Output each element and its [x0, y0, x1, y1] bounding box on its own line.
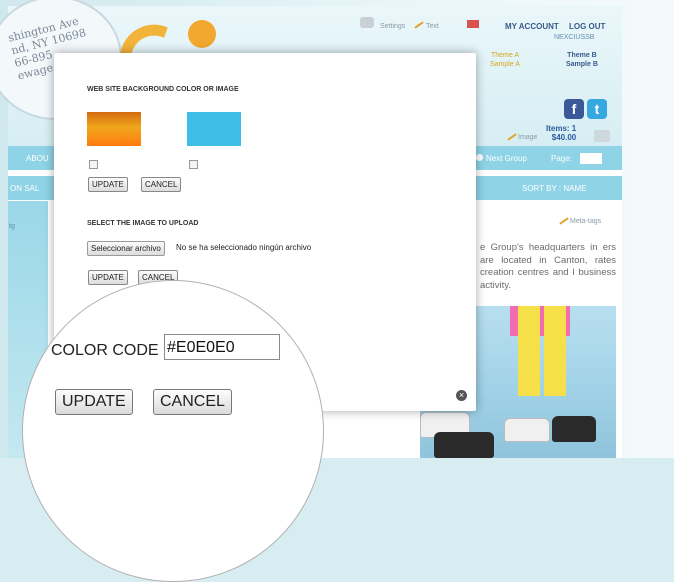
color-code-label: COLOR CODE :	[51, 342, 168, 359]
page-label: Page:	[551, 154, 572, 163]
theme-a-label: Theme A	[490, 52, 519, 59]
color-update-button[interactable]: UPDATE	[55, 389, 133, 415]
cart-summary[interactable]: Items: 1 $40.00	[546, 124, 576, 142]
text-link[interactable]: Text	[426, 23, 439, 30]
background-option-blue[interactable]	[187, 112, 241, 146]
nav-on-sale[interactable]: ON SAL	[10, 184, 39, 193]
pencil-icon	[414, 21, 424, 29]
background-section-title: WEB SITE BACKGROUND COLOR OR IMAGE	[87, 86, 239, 93]
cancel-button[interactable]: CANCEL	[141, 177, 182, 192]
logo-dot-icon	[188, 20, 216, 48]
settings-link[interactable]: Settings	[380, 23, 405, 30]
twitter-icon[interactable]: t	[587, 99, 607, 119]
facebook-icon[interactable]: f	[564, 99, 584, 119]
username: NEXCIUSSB	[554, 34, 595, 41]
cart-icon[interactable]	[594, 130, 610, 142]
nav-about[interactable]: ABOU	[26, 154, 49, 163]
side-text: tg	[9, 223, 15, 230]
background-blue-checkbox[interactable]	[189, 160, 198, 169]
photo-leg	[518, 306, 540, 396]
cart-items-count: Items: 1	[546, 124, 577, 133]
upload-section-title: SELECT THE IMAGE TO UPLOAD	[87, 220, 199, 227]
theme-a-option[interactable]: Theme A Sample A	[490, 51, 520, 69]
sample-b-label: Sample B	[566, 61, 598, 68]
image-link[interactable]: Image	[518, 134, 537, 141]
choose-file-button[interactable]: Seleccionar archivo	[87, 241, 165, 256]
sort-by-dropdown[interactable]: SORT BY : NAME	[522, 184, 586, 193]
upload-update-button[interactable]: UPDATE	[88, 270, 128, 285]
flag-icon[interactable]	[467, 20, 479, 28]
page-input[interactable]	[580, 153, 602, 164]
next-arrow-icon[interactable]	[476, 154, 483, 161]
meta-tags-link[interactable]: Meta-tags	[570, 218, 601, 225]
background-option-orange[interactable]	[87, 112, 141, 146]
cart-total: $40.00	[551, 133, 577, 142]
about-paragraph: e Group's headquarters in ers are locate…	[480, 242, 616, 291]
photo-leg	[544, 306, 566, 396]
photo-shoe	[434, 432, 494, 458]
photo-shoe	[504, 418, 550, 442]
pencil-icon	[507, 133, 517, 141]
close-icon[interactable]: ×	[456, 390, 467, 401]
sample-a-label: Sample A	[490, 61, 520, 68]
pencil-icon	[559, 217, 569, 225]
magnifier-callout: COLOR CODE : #E0E0E0 UPDATE CANCEL	[22, 280, 324, 582]
color-code-input[interactable]: #E0E0E0	[164, 334, 280, 360]
color-cancel-button[interactable]: CANCEL	[153, 389, 232, 415]
theme-b-option[interactable]: Theme B Sample B	[566, 51, 598, 69]
photo-shoe	[552, 416, 596, 442]
theme-b-label: Theme B	[567, 52, 597, 59]
next-group-link[interactable]: Next Group	[486, 154, 527, 163]
settings-icon[interactable]	[360, 17, 374, 28]
log-out-link[interactable]: LOG OUT	[569, 22, 605, 31]
my-account-link[interactable]: MY ACCOUNT	[505, 22, 559, 31]
background-orange-checkbox[interactable]	[89, 160, 98, 169]
file-status: No se ha seleccionado ningún archivo	[176, 243, 312, 252]
update-button[interactable]: UPDATE	[88, 177, 128, 192]
